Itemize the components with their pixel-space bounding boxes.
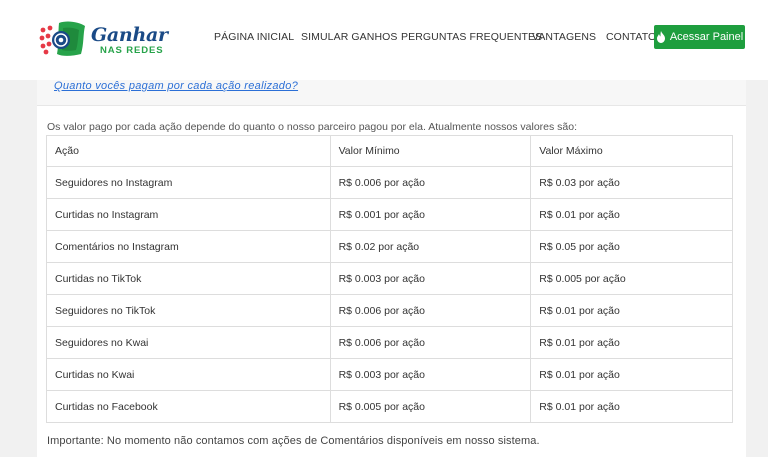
brand-logo[interactable]: Ganhar NAS REDES [37, 20, 168, 60]
column-header-action: Ação [46, 135, 331, 167]
fire-icon [656, 31, 665, 43]
cell-min-value: R$ 0.005 por ação [329, 390, 532, 423]
table-header-row: Ação Valor Mínimo Valor Máximo [46, 135, 733, 167]
cell-max-value: R$ 0.01 por ação [530, 326, 733, 359]
cell-action: Curtidas no Facebook [46, 390, 331, 423]
table-row: Curtidas no Kwai R$ 0.003 por ação R$ 0.… [46, 358, 733, 391]
cell-min-value: R$ 0.006 por ação [329, 166, 532, 199]
faq-item: Quanto vocês pagam por cada ação realiza… [37, 80, 746, 106]
table-row: Curtidas no Instagram R$ 0.001 por ação … [46, 198, 733, 231]
cell-max-value: R$ 0.03 por ação [530, 166, 733, 199]
cell-action: Seguidores no TikTok [46, 294, 331, 327]
cell-max-value: R$ 0.01 por ação [530, 198, 733, 231]
table-row: Curtidas no TikTok R$ 0.003 por ação R$ … [46, 262, 733, 295]
cell-max-value: R$ 0.005 por ação [530, 262, 733, 295]
faq-question-link[interactable]: Quanto vocês pagam por cada ação realiza… [54, 80, 298, 92]
cell-action: Curtidas no TikTok [46, 262, 331, 295]
cell-max-value: R$ 0.01 por ação [530, 294, 733, 327]
nav-item-simular-ganhos[interactable]: SIMULAR GANHOS [301, 31, 398, 43]
cell-max-value: R$ 0.01 por ação [530, 390, 733, 423]
access-panel-button[interactable]: Acessar Painel [654, 25, 745, 49]
table-row: Seguidores no Kwai R$ 0.006 por ação R$ … [46, 326, 733, 359]
table-row: Seguidores no TikTok R$ 0.006 por ação R… [46, 294, 733, 327]
faq-answer: Os valor pago por cada ação depende do q… [37, 106, 746, 457]
navbar: Ganhar NAS REDES PÁGINA INICIAL SIMULAR … [0, 0, 768, 80]
cell-action: Seguidores no Kwai [46, 326, 331, 359]
column-header-min-value: Valor Mínimo [329, 135, 532, 167]
logo-icon [39, 21, 85, 56]
important-note: Importante: No momento não contamos com … [47, 435, 540, 447]
access-panel-label: Acessar Painel [669, 31, 744, 43]
cell-action: Curtidas no Kwai [46, 358, 331, 391]
nav-item-perguntas-frequentes[interactable]: PERGUNTAS FREQUENTES [401, 31, 542, 43]
cell-max-value: R$ 0.01 por ação [530, 358, 733, 391]
table-row: Curtidas no Facebook R$ 0.005 por ação R… [46, 390, 733, 423]
cell-min-value: R$ 0.006 por ação [329, 326, 532, 359]
column-header-max-value: Valor Máximo [530, 135, 733, 167]
cell-min-value: R$ 0.003 por ação [329, 262, 532, 295]
nav-item-contato[interactable]: CONTATO [606, 31, 656, 43]
cell-min-value: R$ 0.003 por ação [329, 358, 532, 391]
cell-min-value: R$ 0.001 por ação [329, 198, 532, 231]
values-table: Ação Valor Mínimo Valor Máximo Seguidore… [46, 135, 733, 423]
nav-item-vantagens[interactable]: VANTAGENS [532, 31, 596, 43]
table-row: Seguidores no Instagram R$ 0.006 por açã… [46, 166, 733, 199]
cell-action: Comentários no Instagram [46, 230, 331, 263]
cell-min-value: R$ 0.02 por ação [329, 230, 532, 263]
cell-action: Seguidores no Instagram [46, 166, 331, 199]
table-row: Comentários no Instagram R$ 0.02 por açã… [46, 230, 733, 263]
cell-min-value: R$ 0.006 por ação [329, 294, 532, 327]
cell-action: Curtidas no Instagram [46, 198, 331, 231]
answer-intro: Os valor pago por cada ação depende do q… [47, 121, 578, 133]
brand-tagline: NAS REDES [100, 45, 164, 56]
cell-max-value: R$ 0.05 por ação [530, 230, 733, 263]
nav-item-pagina-inicial[interactable]: PÁGINA INICIAL [214, 31, 294, 43]
brand-name: Ganhar [91, 24, 168, 46]
